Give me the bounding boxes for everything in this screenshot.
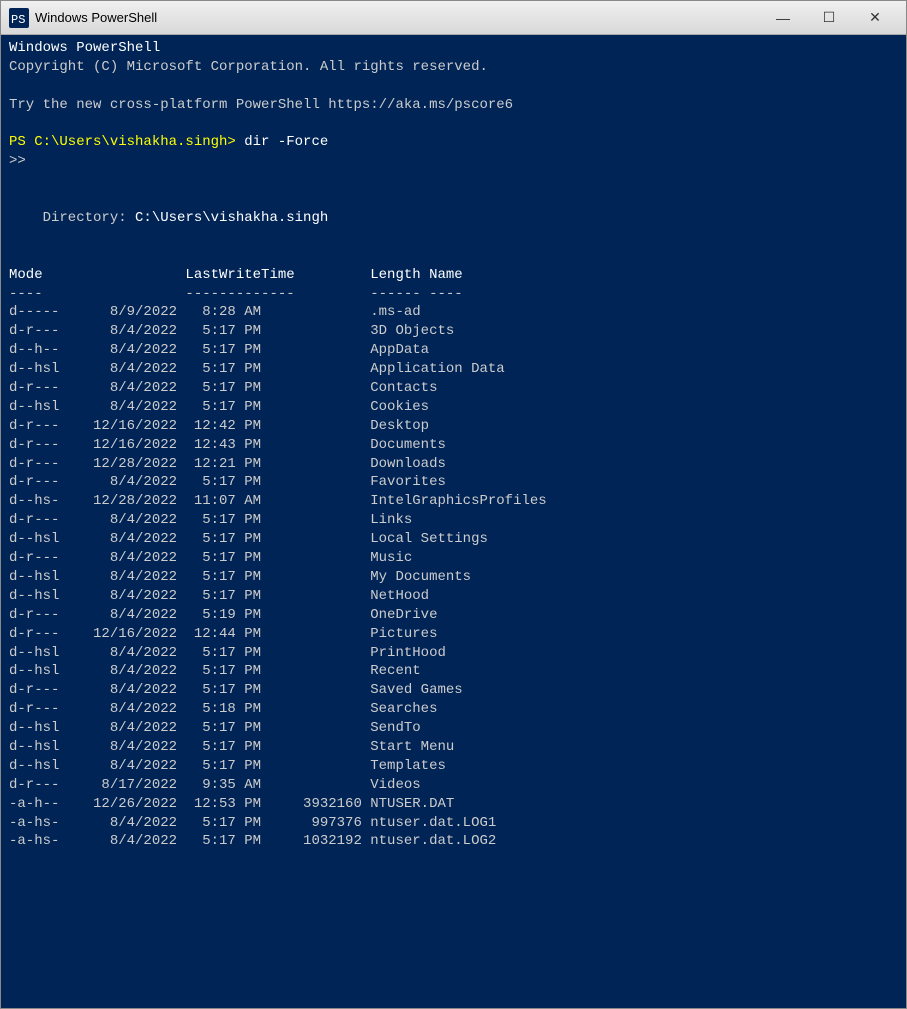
title-bar: PS Windows PowerShell — ☐ ✕ — [1, 1, 906, 35]
close-button[interactable]: ✕ — [852, 1, 898, 35]
maximize-button[interactable]: ☐ — [806, 1, 852, 35]
window-title: Windows PowerShell — [35, 10, 754, 25]
app-icon: PS — [9, 8, 29, 28]
svg-text:PS: PS — [11, 13, 25, 27]
window-controls: — ☐ ✕ — [760, 1, 898, 35]
terminal-output[interactable]: Windows PowerShell Copyright (C) Microso… — [1, 35, 906, 1008]
minimize-button[interactable]: — — [760, 1, 806, 35]
powershell-window: PS Windows PowerShell — ☐ ✕ Windows Powe… — [0, 0, 907, 1009]
